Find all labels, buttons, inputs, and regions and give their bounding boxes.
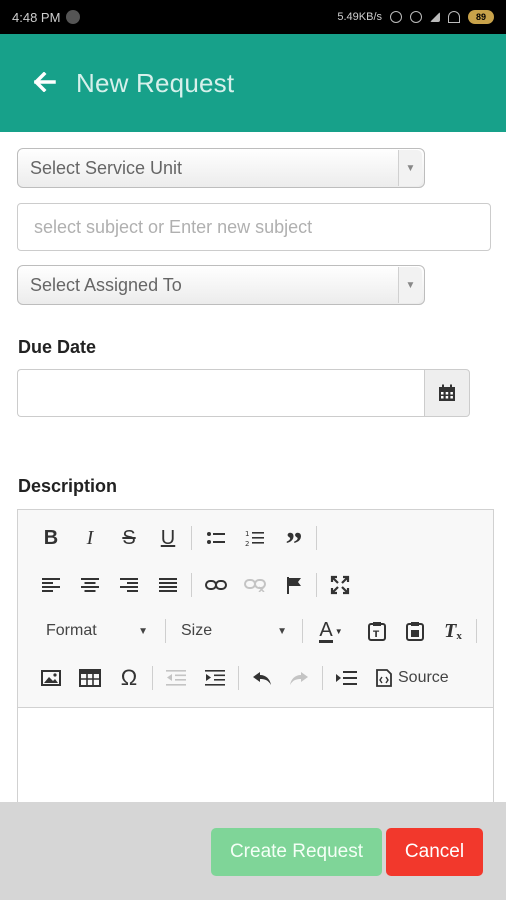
editor-content-area[interactable] [18, 708, 493, 808]
due-date-label: Due Date [18, 337, 97, 357]
editor-toolbar: B I S U 12 ” Format ▼ Size ▼ A ▼ T T x Ω… [18, 510, 493, 708]
size-dropdown[interactable]: Size ▼ [173, 613, 295, 649]
align-right-icon[interactable] [112, 567, 146, 603]
bold-icon[interactable]: B [34, 520, 68, 556]
alarm-icon [410, 11, 422, 23]
bluetooth-icon [390, 11, 402, 23]
description-label: Description [18, 476, 118, 496]
network-speed: 5.49KB/s [337, 11, 382, 23]
unlink-icon[interactable] [238, 567, 272, 603]
due-date-input[interactable] [17, 369, 424, 417]
special-char-icon[interactable]: Ω [112, 660, 146, 696]
format-dropdown-label: Format [46, 622, 97, 639]
due-date-group [17, 369, 470, 417]
italic-icon[interactable]: I [73, 520, 107, 556]
paste-text-icon[interactable]: T [360, 613, 394, 649]
notification-icon [66, 10, 81, 24]
size-dropdown-label: Size [181, 622, 213, 639]
toolbar-row [18, 567, 493, 603]
redo-icon[interactable] [282, 660, 316, 696]
rich-text-editor: B I S U 12 ” Format ▼ Size ▼ A ▼ T T x Ω… [17, 509, 494, 809]
source-icon [376, 669, 392, 687]
svg-text:T: T [373, 630, 380, 640]
cancel-button[interactable]: Cancel [386, 828, 483, 876]
strikethrough-icon[interactable]: S [112, 520, 146, 556]
battery-icon: 89 [468, 10, 494, 24]
toolbar-row: Ω Source [18, 660, 493, 696]
underline-icon[interactable]: U [151, 520, 185, 556]
chevron-down-icon: ▼ [398, 267, 422, 303]
justify-icon[interactable] [151, 567, 185, 603]
create-request-button[interactable]: Create Request [211, 828, 382, 876]
image-icon[interactable] [34, 660, 68, 696]
signal-icon [430, 12, 440, 22]
maximize-icon[interactable] [323, 567, 357, 603]
remove-format-icon[interactable]: Tx [436, 613, 470, 649]
app-bar: New Request [0, 34, 506, 132]
page-title: New Request [76, 67, 235, 98]
toolbar-row: Format ▼ Size ▼ A ▼ T Tx [18, 613, 493, 649]
table-icon[interactable] [73, 660, 107, 696]
calendar-icon [439, 384, 455, 401]
status-time: 4:48 PM [12, 9, 61, 25]
align-center-icon[interactable] [73, 567, 107, 603]
caret-down-icon: ▼ [138, 625, 148, 637]
back-arrow-icon[interactable] [33, 70, 56, 96]
indent-icon[interactable] [198, 660, 232, 696]
numbered-list-icon[interactable]: 12 [238, 520, 272, 556]
paste-word-icon[interactable] [398, 613, 432, 649]
service-unit-select[interactable]: Select Service Unit ▼ [17, 148, 425, 188]
toolbar-row: B I S U 12 ” [18, 520, 493, 563]
text-color-icon[interactable]: A ▼ [311, 613, 351, 649]
link-icon[interactable] [199, 567, 233, 603]
outdent-icon[interactable] [159, 660, 193, 696]
blockquote-icon[interactable]: ” [277, 520, 311, 563]
bulleted-list-icon[interactable] [199, 520, 233, 556]
service-unit-select-text: Select Service Unit [30, 157, 183, 178]
source-button[interactable]: Source [376, 660, 449, 696]
svg-text:1: 1 [245, 530, 249, 538]
svg-text:2: 2 [245, 540, 249, 547]
anchor-flag-icon[interactable] [277, 567, 311, 603]
source-button-label: Source [398, 669, 449, 686]
undo-icon[interactable] [245, 660, 279, 696]
subject-input[interactable] [17, 203, 491, 251]
assigned-to-select-text: Select Assigned To [30, 274, 182, 295]
wifi-icon [448, 11, 460, 23]
align-left-icon[interactable] [34, 567, 68, 603]
format-dropdown[interactable]: Format ▼ [38, 613, 156, 649]
insert-line-icon[interactable] [329, 660, 363, 696]
caret-down-icon: ▼ [277, 625, 287, 637]
calendar-button[interactable] [424, 369, 470, 417]
status-bar: 4:48 PM 5.49KB/s 89 [0, 0, 506, 34]
assigned-to-select[interactable]: Select Assigned To ▼ [17, 265, 425, 305]
chevron-down-icon: ▼ [398, 150, 422, 186]
